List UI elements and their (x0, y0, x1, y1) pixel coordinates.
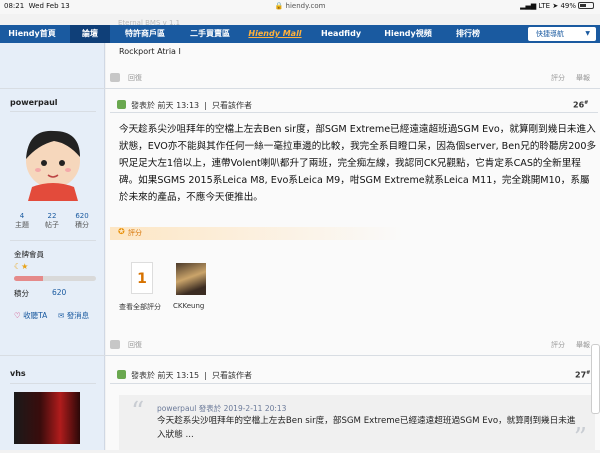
prev-post-text: Rockport Atria I (119, 47, 181, 56)
location-icon: ➤ (552, 2, 559, 10)
nav-merchants[interactable]: 特許商戶區 (114, 25, 176, 43)
only-author-link[interactable]: 只看該作者 (212, 371, 252, 380)
stat-topics-label: 主題 (15, 221, 29, 229)
lock-icon: 🔒 (274, 2, 284, 10)
stat-posts[interactable]: 22 帖子 (40, 212, 64, 230)
post-author-name[interactable]: powerpaul (10, 98, 58, 107)
rating-label: 評分 (128, 229, 142, 237)
signal-icon: ▂▄▆ (520, 2, 537, 10)
post-time: 發表於 前天 13:13 (131, 101, 200, 110)
post-meta: 發表於 前天 13:13 | 只看該作者 (131, 101, 253, 110)
prev-rate-link[interactable]: 評分 (551, 73, 565, 83)
floor-number[interactable]: 26# (573, 100, 588, 110)
stat-topics-num: 4 (19, 212, 25, 220)
view-all-ratings-link[interactable]: 查看全部評分 (119, 302, 161, 312)
avatar[interactable] (18, 121, 88, 201)
floor-number-value: 26 (573, 100, 585, 110)
status-indicators: ▂▄▆ LTE ➤ 49% (520, 2, 594, 10)
nav-videos[interactable]: Hiendy視頻 (378, 25, 438, 43)
nav-forum[interactable]: 論壇 (70, 25, 110, 43)
stat-topics[interactable]: 4 主題 (10, 212, 34, 230)
quote-text: 今天趁系尖沙咀拜年的空檔上左去Ben sir度，部SGM Extreme已經遠遠… (157, 416, 576, 440)
quick-nav-dropdown[interactable]: 快捷導航 ▼ (528, 27, 596, 41)
post-meta: 發表於 前天 13:15 | 只看該作者 (131, 371, 253, 380)
stat-posts-label: 帖子 (45, 221, 59, 229)
rank-badge-icon: ☾★ (14, 262, 29, 271)
rank-progress-bar (14, 276, 96, 281)
divider (0, 355, 600, 356)
quote-block: “ powerpaul 發表於 2019-2-11 20:13 今天趁系尖沙咀拜… (119, 395, 595, 453)
reply-icon (110, 73, 120, 82)
follow-icon: ♡ (14, 311, 21, 320)
quote-header[interactable]: powerpaul 發表於 2019-2-11 20:13 (157, 403, 286, 414)
follow-label: 收聽TA (23, 311, 48, 320)
stat-points[interactable]: 620 積分 (70, 212, 94, 230)
points-value: 620 (52, 288, 67, 297)
chevron-down-icon: ▼ (585, 30, 590, 37)
points-label: 積分 (14, 289, 29, 298)
url-text: hiendy.com (285, 2, 326, 10)
message-label: 發消息 (66, 311, 90, 320)
post-content: 今天趁系尖沙咀拜年的空檔上左去Ben sir度，部SGM Extreme已經遠遠… (119, 124, 597, 203)
avatar[interactable] (14, 392, 80, 444)
nav-secondhand[interactable]: 二手買賣區 (180, 25, 240, 43)
post-time: 發表於 前天 13:15 (131, 371, 200, 380)
rate-count[interactable]: 1 (131, 262, 153, 294)
prev-report-link[interactable]: 舉報 (576, 73, 590, 83)
divider (10, 111, 96, 112)
quote-close-icon: ” (573, 423, 587, 453)
only-author-link[interactable]: 只看該作者 (212, 101, 252, 110)
battery-icon (578, 2, 594, 9)
divider (110, 383, 598, 384)
follow-button[interactable]: ♡ 收聽TA (14, 310, 47, 321)
reply-link[interactable]: 回復 (128, 340, 142, 350)
divider (0, 88, 600, 89)
network-label: LTE (538, 2, 551, 10)
main-nav: Hiendy首頁 論壇 特許商戶區 二手買賣區 Hiendy Mall Head… (0, 25, 600, 43)
reply-icon (110, 340, 120, 349)
stat-points-num: 620 (75, 212, 89, 220)
nav-mall[interactable]: Hiendy Mall (244, 25, 306, 43)
rater-avatar[interactable] (176, 263, 206, 295)
nav-headfidy[interactable]: Headfidy (314, 25, 368, 43)
battery-percent: 49% (560, 2, 576, 10)
post-icon (117, 100, 126, 109)
rater-name[interactable]: CKKeung (173, 302, 204, 310)
rating-bar: ✪ 評分 (110, 227, 600, 240)
divider (10, 240, 96, 241)
divider (110, 112, 598, 113)
quote-open-icon: “ (131, 397, 145, 427)
rank-progress-fill (14, 276, 43, 281)
post-icon (117, 370, 126, 379)
floor-number-value: 27 (575, 370, 587, 380)
quick-nav-label: 快捷導航 (536, 30, 564, 38)
scroll-handle[interactable] (591, 344, 600, 414)
floor-number[interactable]: 27# (575, 370, 590, 380)
prev-reply-link[interactable]: 回復 (128, 73, 142, 83)
nav-home[interactable]: Hiendy首頁 (0, 25, 64, 43)
rating-icon: ✪ (118, 227, 125, 236)
rate-link[interactable]: 評分 (551, 340, 565, 350)
member-rank: 金牌會員 (14, 250, 44, 259)
post-author-name[interactable]: vhs (10, 369, 26, 378)
url-bar[interactable]: 🔒 hiendy.com (0, 2, 600, 10)
report-link[interactable]: 舉報 (576, 340, 590, 350)
stat-posts-num: 22 (47, 212, 57, 220)
nav-ranking[interactable]: 排行榜 (446, 25, 490, 43)
mail-icon: ✉ (58, 311, 65, 320)
ios-status-bar: 08:21 Wed Feb 13 🔒 hiendy.com ▂▄▆ LTE ➤ … (0, 0, 600, 14)
divider (10, 383, 96, 384)
stat-points-label: 積分 (75, 221, 89, 229)
message-button[interactable]: ✉ 發消息 (58, 310, 89, 321)
